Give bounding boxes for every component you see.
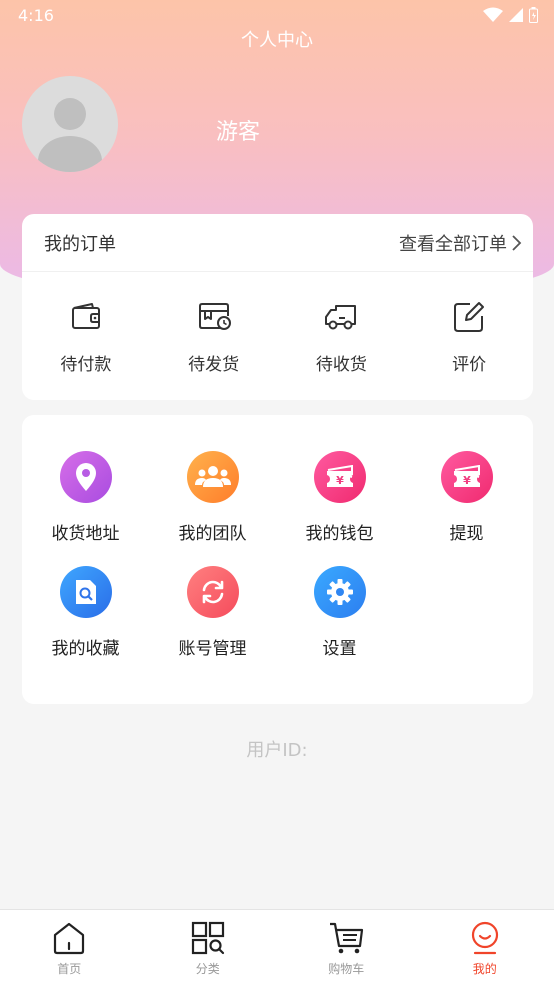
tab-category[interactable]: 分类: [139, 910, 278, 984]
wallet-icon: [71, 303, 100, 329]
service-label: 收货地址: [51, 524, 120, 544]
home-icon: [54, 922, 85, 955]
order-pending-receipt[interactable]: 待收货: [286, 298, 396, 375]
order-item-label: 待付款: [60, 355, 112, 375]
battery-icon: [529, 7, 538, 23]
tab-home[interactable]: 首页: [0, 910, 139, 984]
avatar-head-shape: [54, 98, 86, 130]
order-item-label: 待收货: [315, 355, 367, 375]
bottom-tab-bar: 首页 分类 购物车 我的: [0, 909, 554, 984]
tab-cart[interactable]: 购物车: [277, 910, 416, 984]
username[interactable]: 游客: [216, 114, 260, 146]
tab-label: 首页: [57, 962, 82, 976]
user-id-label: 用户ID:: [246, 740, 308, 761]
service-label: 我的团队: [178, 524, 247, 544]
profile-icon: [471, 921, 498, 955]
service-withdraw[interactable]: ¥ 提现: [403, 451, 530, 544]
chevron-right-icon: [512, 234, 522, 251]
service-team[interactable]: 我的团队: [149, 451, 276, 544]
my-orders-card: 我的订单 查看全部订单 待付款 待发货 待收货 评价: [22, 214, 533, 400]
orders-header: 我的订单 查看全部订单: [22, 214, 533, 272]
cart-icon: [330, 922, 364, 954]
service-label: 我的收藏: [51, 639, 120, 659]
tab-label: 购物车: [328, 962, 365, 976]
svg-text:¥: ¥: [336, 474, 344, 487]
refresh-account-icon: [186, 566, 239, 618]
order-pending-shipment[interactable]: 待发货: [159, 298, 269, 375]
tab-label: 我的: [472, 962, 497, 976]
gear-icon: [313, 566, 366, 618]
service-label: 账号管理: [178, 639, 247, 659]
avatar[interactable]: [22, 76, 118, 172]
truck-icon: [325, 305, 357, 330]
service-wallet[interactable]: ¥ 我的钱包: [276, 451, 403, 544]
service-account[interactable]: 账号管理: [149, 566, 276, 659]
svg-text:¥: ¥: [463, 474, 471, 487]
view-all-orders-label: 查看全部订单: [399, 233, 507, 255]
signal-icon: [509, 8, 523, 22]
service-settings[interactable]: 设置: [276, 566, 403, 659]
order-review[interactable]: 评价: [414, 298, 524, 375]
location-pin-icon: [59, 451, 112, 503]
withdraw-ticket-icon: ¥: [440, 451, 493, 503]
order-pending-payment[interactable]: 待付款: [31, 298, 141, 375]
service-label: 我的钱包: [305, 524, 374, 544]
service-label: 设置: [322, 639, 357, 659]
view-all-orders-link[interactable]: 查看全部订单: [399, 230, 523, 256]
status-time: 4:16: [18, 5, 54, 25]
tab-profile[interactable]: 我的: [416, 910, 554, 984]
order-status-list: 待付款 待发货 待收货 评价: [22, 272, 533, 375]
wallet-ticket-icon: ¥: [313, 451, 366, 503]
service-label: 提现: [449, 524, 484, 544]
status-icons: [483, 7, 538, 23]
service-address[interactable]: 收货地址: [22, 451, 149, 544]
service-favorites[interactable]: 我的收藏: [22, 566, 149, 659]
avatar-body-shape: [38, 136, 102, 172]
order-item-label: 评价: [452, 355, 487, 375]
tab-label: 分类: [195, 962, 220, 976]
services-card: 收货地址 我的团队 ¥ 我的钱包 ¥ 提现 我的收藏 账号管理 设置: [22, 415, 533, 704]
team-icon: [186, 451, 239, 503]
favorites-doc-icon: [59, 566, 112, 618]
orders-title: 我的订单: [44, 233, 116, 255]
page-title: 个人中心: [241, 30, 313, 51]
edit-review-icon: [454, 302, 485, 332]
category-icon: [191, 921, 224, 955]
wifi-icon: [483, 7, 503, 22]
order-item-label: 待发货: [188, 355, 240, 375]
services-grid: 收货地址 我的团队 ¥ 我的钱包 ¥ 提现 我的收藏 账号管理 设置: [22, 415, 533, 659]
pending-ship-icon: [198, 303, 231, 330]
